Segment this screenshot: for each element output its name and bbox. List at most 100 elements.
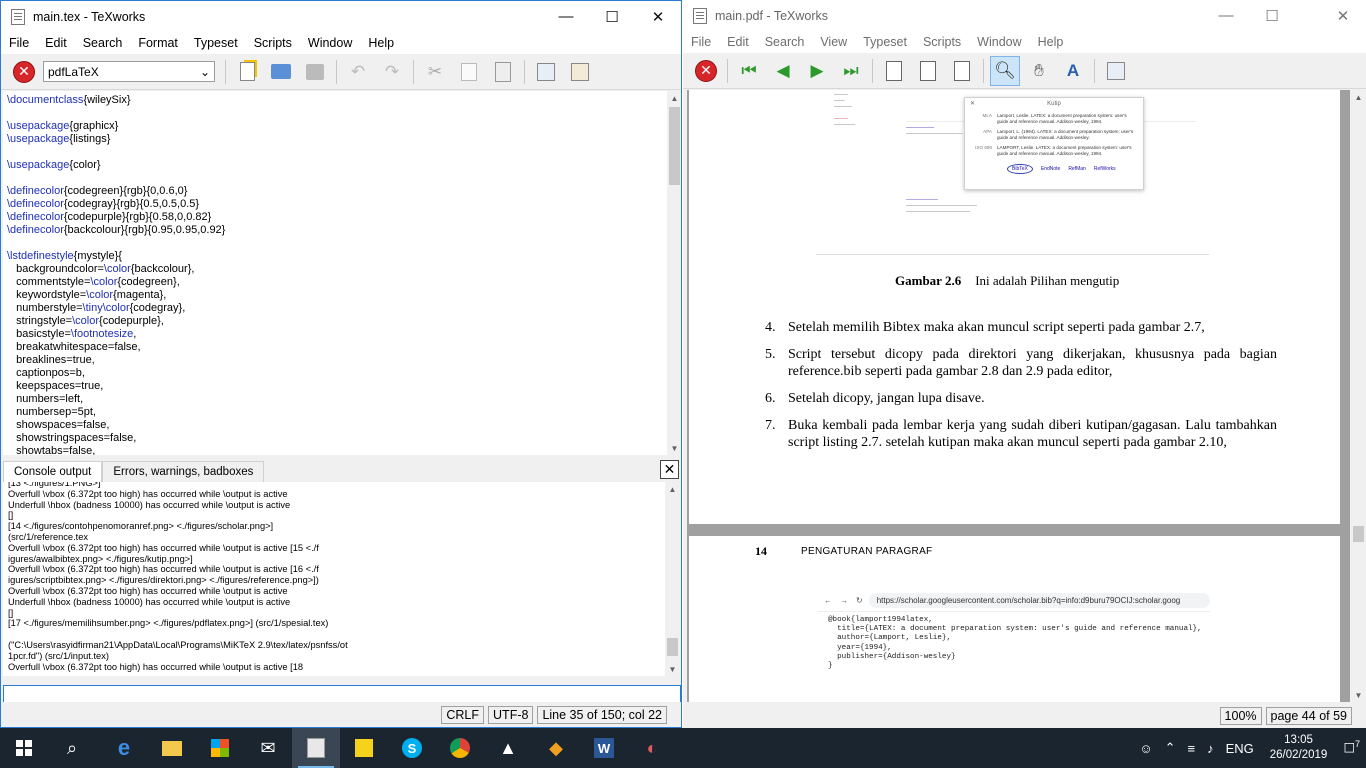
code-line[interactable]: backgroundcolor=\color{backcolour}, <box>7 263 667 276</box>
start-button[interactable] <box>0 728 48 768</box>
fit-width-button[interactable] <box>913 56 943 86</box>
undo-button[interactable]: ↶ <box>343 57 373 87</box>
notifications-icon[interactable]: ☐7 <box>1343 739 1360 756</box>
last-page-button[interactable]: ⏭ <box>836 56 866 86</box>
code-line[interactable]: basicstyle=\footnotesize, <box>7 328 667 341</box>
find-button[interactable] <box>531 57 561 87</box>
taskbar-word[interactable]: W <box>580 728 628 768</box>
minimize-button[interactable]: — <box>543 1 589 32</box>
close-console-button[interactable]: ✕ <box>660 460 679 479</box>
code-line[interactable]: numbersep=5pt, <box>7 406 667 419</box>
taskbar-chrome[interactable] <box>436 728 484 768</box>
zoom-indicator[interactable]: 100% <box>1219 706 1262 725</box>
cut-button[interactable]: ✂ <box>420 57 450 87</box>
pdf-titlebar[interactable]: main.pdf - TeXworks — ☐ ✕ <box>683 0 1366 31</box>
maximize-button[interactable]: ☐ <box>1249 0 1295 31</box>
code-line[interactable]: stringstyle=\color{codepurple}, <box>7 315 667 328</box>
code-line[interactable]: \usepackage{listings} <box>7 133 667 146</box>
menu-edit[interactable]: Edit <box>719 35 757 49</box>
close-window-button[interactable]: ✕ <box>1320 0 1366 31</box>
code-line[interactable]: breaklines=true, <box>7 354 667 367</box>
taskbar-store[interactable] <box>196 728 244 768</box>
taskbar-sticky-notes[interactable] <box>340 728 388 768</box>
code-line[interactable]: showspaces=false, <box>7 419 667 432</box>
encoding-indicator[interactable]: UTF-8 <box>488 705 534 724</box>
cursor-position[interactable]: Line 35 of 150; col 22 <box>537 705 667 724</box>
magnify-tool-button[interactable]: 🔍︎ <box>990 55 1020 86</box>
taskbar-edge[interactable]: e <box>100 728 148 768</box>
network-icon[interactable]: ≡ <box>1188 741 1196 756</box>
clock[interactable]: 13:05 26/02/2019 <box>1270 733 1328 763</box>
code-line[interactable]: captionpos=b, <box>7 367 667 380</box>
close-window-button[interactable]: ✕ <box>635 1 681 32</box>
pdf-viewport[interactable]: ──── ─── ───── ──── ────── ──────── ────────… <box>687 90 1350 702</box>
code-line[interactable]: \usepackage{color} <box>7 159 667 172</box>
volume-icon[interactable]: ♪ <box>1207 741 1214 756</box>
menu-search[interactable]: Search <box>75 36 131 50</box>
code-line[interactable]: \usepackage{graphicx} <box>7 120 667 133</box>
menu-scripts[interactable]: Scripts <box>915 35 969 49</box>
tab-errors-warnings[interactable]: Errors, warnings, badboxes <box>102 461 265 482</box>
menu-edit[interactable]: Edit <box>37 36 75 50</box>
menu-window[interactable]: Window <box>969 35 1029 49</box>
taskbar-git[interactable]: ◆ <box>532 728 580 768</box>
menu-scripts[interactable]: Scripts <box>246 36 300 50</box>
code-line[interactable]: \definecolor{codegray}{rgb}{0.5,0.5,0.5} <box>7 198 667 211</box>
taskbar-paint[interactable]: ◐ <box>628 728 676 768</box>
scroll-up-icon[interactable]: ▲ <box>667 91 681 105</box>
taskbar-skype[interactable]: S <box>388 728 436 768</box>
code-line[interactable]: commentstyle=\color{codegreen}, <box>7 276 667 289</box>
scroll-down-icon[interactable]: ▼ <box>665 662 680 676</box>
editor-scrollbar[interactable]: ▲ ▼ <box>667 91 681 455</box>
new-file-button[interactable] <box>232 57 262 87</box>
code-editor[interactable]: \documentclass{wileySix} \usepackage{gra… <box>3 91 667 455</box>
stop-typeset-button[interactable]: ✕ <box>691 56 721 86</box>
scroll-up-icon[interactable]: ▲ <box>665 482 680 496</box>
people-icon[interactable]: ☺ <box>1139 741 1152 756</box>
fit-page-button[interactable] <box>947 56 977 86</box>
code-line[interactable] <box>7 107 667 120</box>
copy-button[interactable] <box>454 57 484 87</box>
taskbar-photos[interactable]: ▲ <box>484 728 532 768</box>
taskbar-mail[interactable]: ✉ <box>244 728 292 768</box>
menu-help[interactable]: Help <box>1030 35 1072 49</box>
code-text[interactable]: \documentclass{wileySix} \usepackage{gra… <box>3 91 667 455</box>
minimize-button[interactable]: — <box>1203 0 1249 31</box>
code-line[interactable]: showstringspaces=false, <box>7 432 667 445</box>
previous-page-button[interactable]: ◀ <box>768 56 798 86</box>
code-line[interactable]: numbers=left, <box>7 393 667 406</box>
scroll-tool-button[interactable]: ✋︎ <box>1024 56 1054 86</box>
menu-window[interactable]: Window <box>300 36 360 50</box>
code-line[interactable]: \lstdefinestyle{mystyle}{ <box>7 250 667 263</box>
maximize-button[interactable]: ☐ <box>589 1 635 32</box>
save-button[interactable] <box>300 57 330 87</box>
code-line[interactable] <box>7 237 667 250</box>
redo-button[interactable]: ↷ <box>377 57 407 87</box>
actual-size-button[interactable] <box>879 56 909 86</box>
menu-format[interactable]: Format <box>130 36 186 50</box>
code-line[interactable]: \documentclass{wileySix} <box>7 94 667 107</box>
select-text-tool-button[interactable]: A <box>1058 56 1088 86</box>
menu-file[interactable]: File <box>683 35 719 49</box>
show-hidden-icons-icon[interactable]: ⌃ <box>1165 740 1176 756</box>
replace-button[interactable] <box>565 57 595 87</box>
find-button[interactable] <box>1101 56 1131 86</box>
scrollbar-thumb[interactable] <box>667 638 678 656</box>
code-line[interactable]: showtabs=false, <box>7 445 667 455</box>
open-file-button[interactable] <box>266 57 296 87</box>
menu-typeset[interactable]: Typeset <box>855 35 915 49</box>
search-button[interactable]: ⌕ <box>48 728 96 768</box>
console-input[interactable] <box>3 685 681 703</box>
scroll-down-icon[interactable]: ▼ <box>667 441 681 455</box>
scrollbar-thumb[interactable] <box>669 107 680 185</box>
code-line[interactable]: \definecolor{codegreen}{rgb}{0,0.6,0} <box>7 185 667 198</box>
menu-view[interactable]: View <box>812 35 855 49</box>
code-line[interactable]: \definecolor{backcolour}{rgb}{0.95,0.95,… <box>7 224 667 237</box>
code-line[interactable]: keywordstyle=\color{magenta}, <box>7 289 667 302</box>
paste-button[interactable] <box>488 57 518 87</box>
language-indicator[interactable]: ENG <box>1226 741 1254 756</box>
line-ending-indicator[interactable]: CRLF <box>441 705 485 724</box>
code-line[interactable]: numberstyle=\tiny\color{codegray}, <box>7 302 667 315</box>
page-indicator[interactable]: page 44 of 59 <box>1265 706 1352 725</box>
code-line[interactable]: keepspaces=true, <box>7 380 667 393</box>
